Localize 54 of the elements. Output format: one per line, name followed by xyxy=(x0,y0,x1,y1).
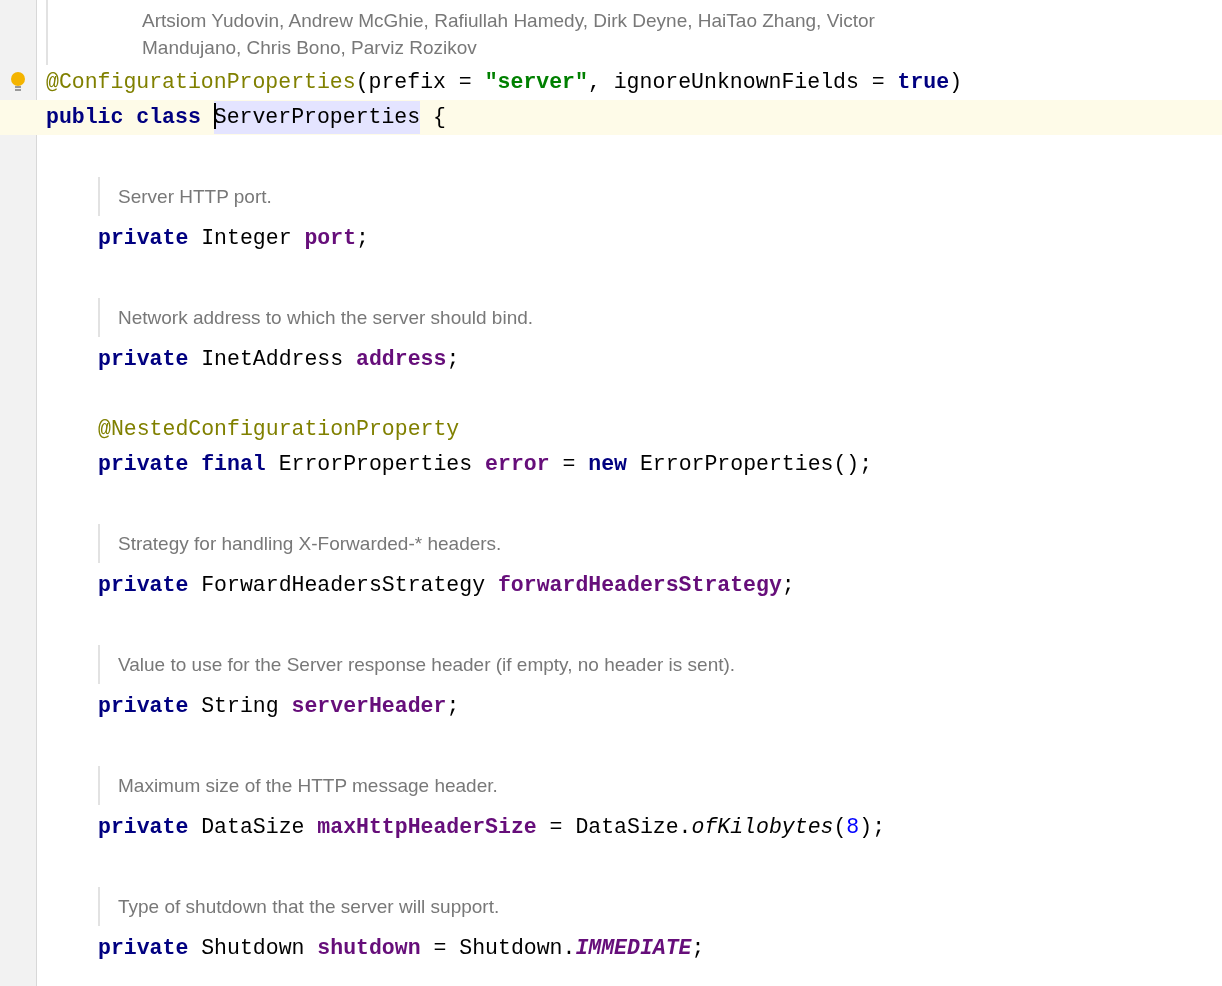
field-name: forwardHeadersStrategy xyxy=(497,572,782,600)
code-text: Shutdown xyxy=(201,935,306,963)
code-text: DataSize xyxy=(201,814,306,842)
code-text: ; xyxy=(356,225,369,253)
code-text: , ignoreUnknownFields = xyxy=(587,69,886,97)
code-text: = Shutdown. xyxy=(432,935,576,963)
field-name: address xyxy=(356,346,447,374)
method-name: ofKilobytes xyxy=(691,814,834,842)
code-text: { xyxy=(432,104,446,132)
doc-comment: Value to use for the Server response header (if empty, no header is sent). xyxy=(98,645,736,684)
doc-comment: Strategy for handling X-Forwarded-* headers. xyxy=(98,524,502,563)
doc-comment: Artsiom Yudovin, Andrew McGhie, Rafiullah Hamedy, Dirk Deyne, HaiTao Zhang, Victor Mandujano, Chris Bono, Parviz Rozikov xyxy=(46,0,875,65)
code-text: = xyxy=(561,451,577,479)
keyword: private xyxy=(98,935,190,963)
keyword: private xyxy=(98,346,190,374)
doc-comment: Server HTTP port. xyxy=(98,177,272,216)
keyword: new xyxy=(588,451,629,479)
keyword: private xyxy=(98,814,190,842)
keyword: private xyxy=(98,572,190,600)
string-literal: "server" xyxy=(484,69,588,97)
field-name: serverHeader xyxy=(291,693,447,721)
code-text: ( xyxy=(833,814,847,842)
code-text: ; xyxy=(781,572,795,600)
keyword: public class xyxy=(46,104,202,132)
field-name: port xyxy=(304,225,357,253)
field-name: shutdown xyxy=(317,935,421,963)
code-text: ErrorProperties xyxy=(278,451,474,479)
code-text: (prefix = xyxy=(355,69,473,97)
field-name: maxHttpHeaderSize xyxy=(317,814,537,842)
text-caret xyxy=(213,103,216,130)
doc-comment: Maximum size of the HTTP message header. xyxy=(98,766,498,805)
code-text: ; xyxy=(446,693,460,721)
annotation: @ConfigurationProperties xyxy=(46,69,356,97)
code-text: ); xyxy=(859,814,886,842)
code-text: ) xyxy=(949,69,963,97)
keyword: private xyxy=(98,693,190,721)
annotation: @NestedConfigurationProperty xyxy=(98,416,460,444)
keyword: true xyxy=(897,69,950,97)
doc-comment: Type of shutdown that the server will support. xyxy=(98,887,500,926)
constant-name: IMMEDIATE xyxy=(575,935,692,963)
code-text: ForwardHeadersStrategy xyxy=(201,572,487,600)
code-text: Integer xyxy=(201,225,293,253)
code-text: InetAddress xyxy=(201,346,345,374)
code-text: String xyxy=(201,693,280,721)
code-text: ; xyxy=(691,935,705,963)
code-text: ; xyxy=(446,346,460,374)
keyword: private final xyxy=(98,451,267,479)
keyword: private xyxy=(98,225,190,253)
number-literal: 8 xyxy=(846,814,860,842)
code-text: ErrorProperties(); xyxy=(639,451,873,479)
doc-comment: Network address to which the server should bind. xyxy=(98,298,534,337)
field-name: error xyxy=(485,451,550,479)
code-text: = DataSize. xyxy=(548,814,692,842)
code-text: ServerProperties xyxy=(213,101,421,134)
